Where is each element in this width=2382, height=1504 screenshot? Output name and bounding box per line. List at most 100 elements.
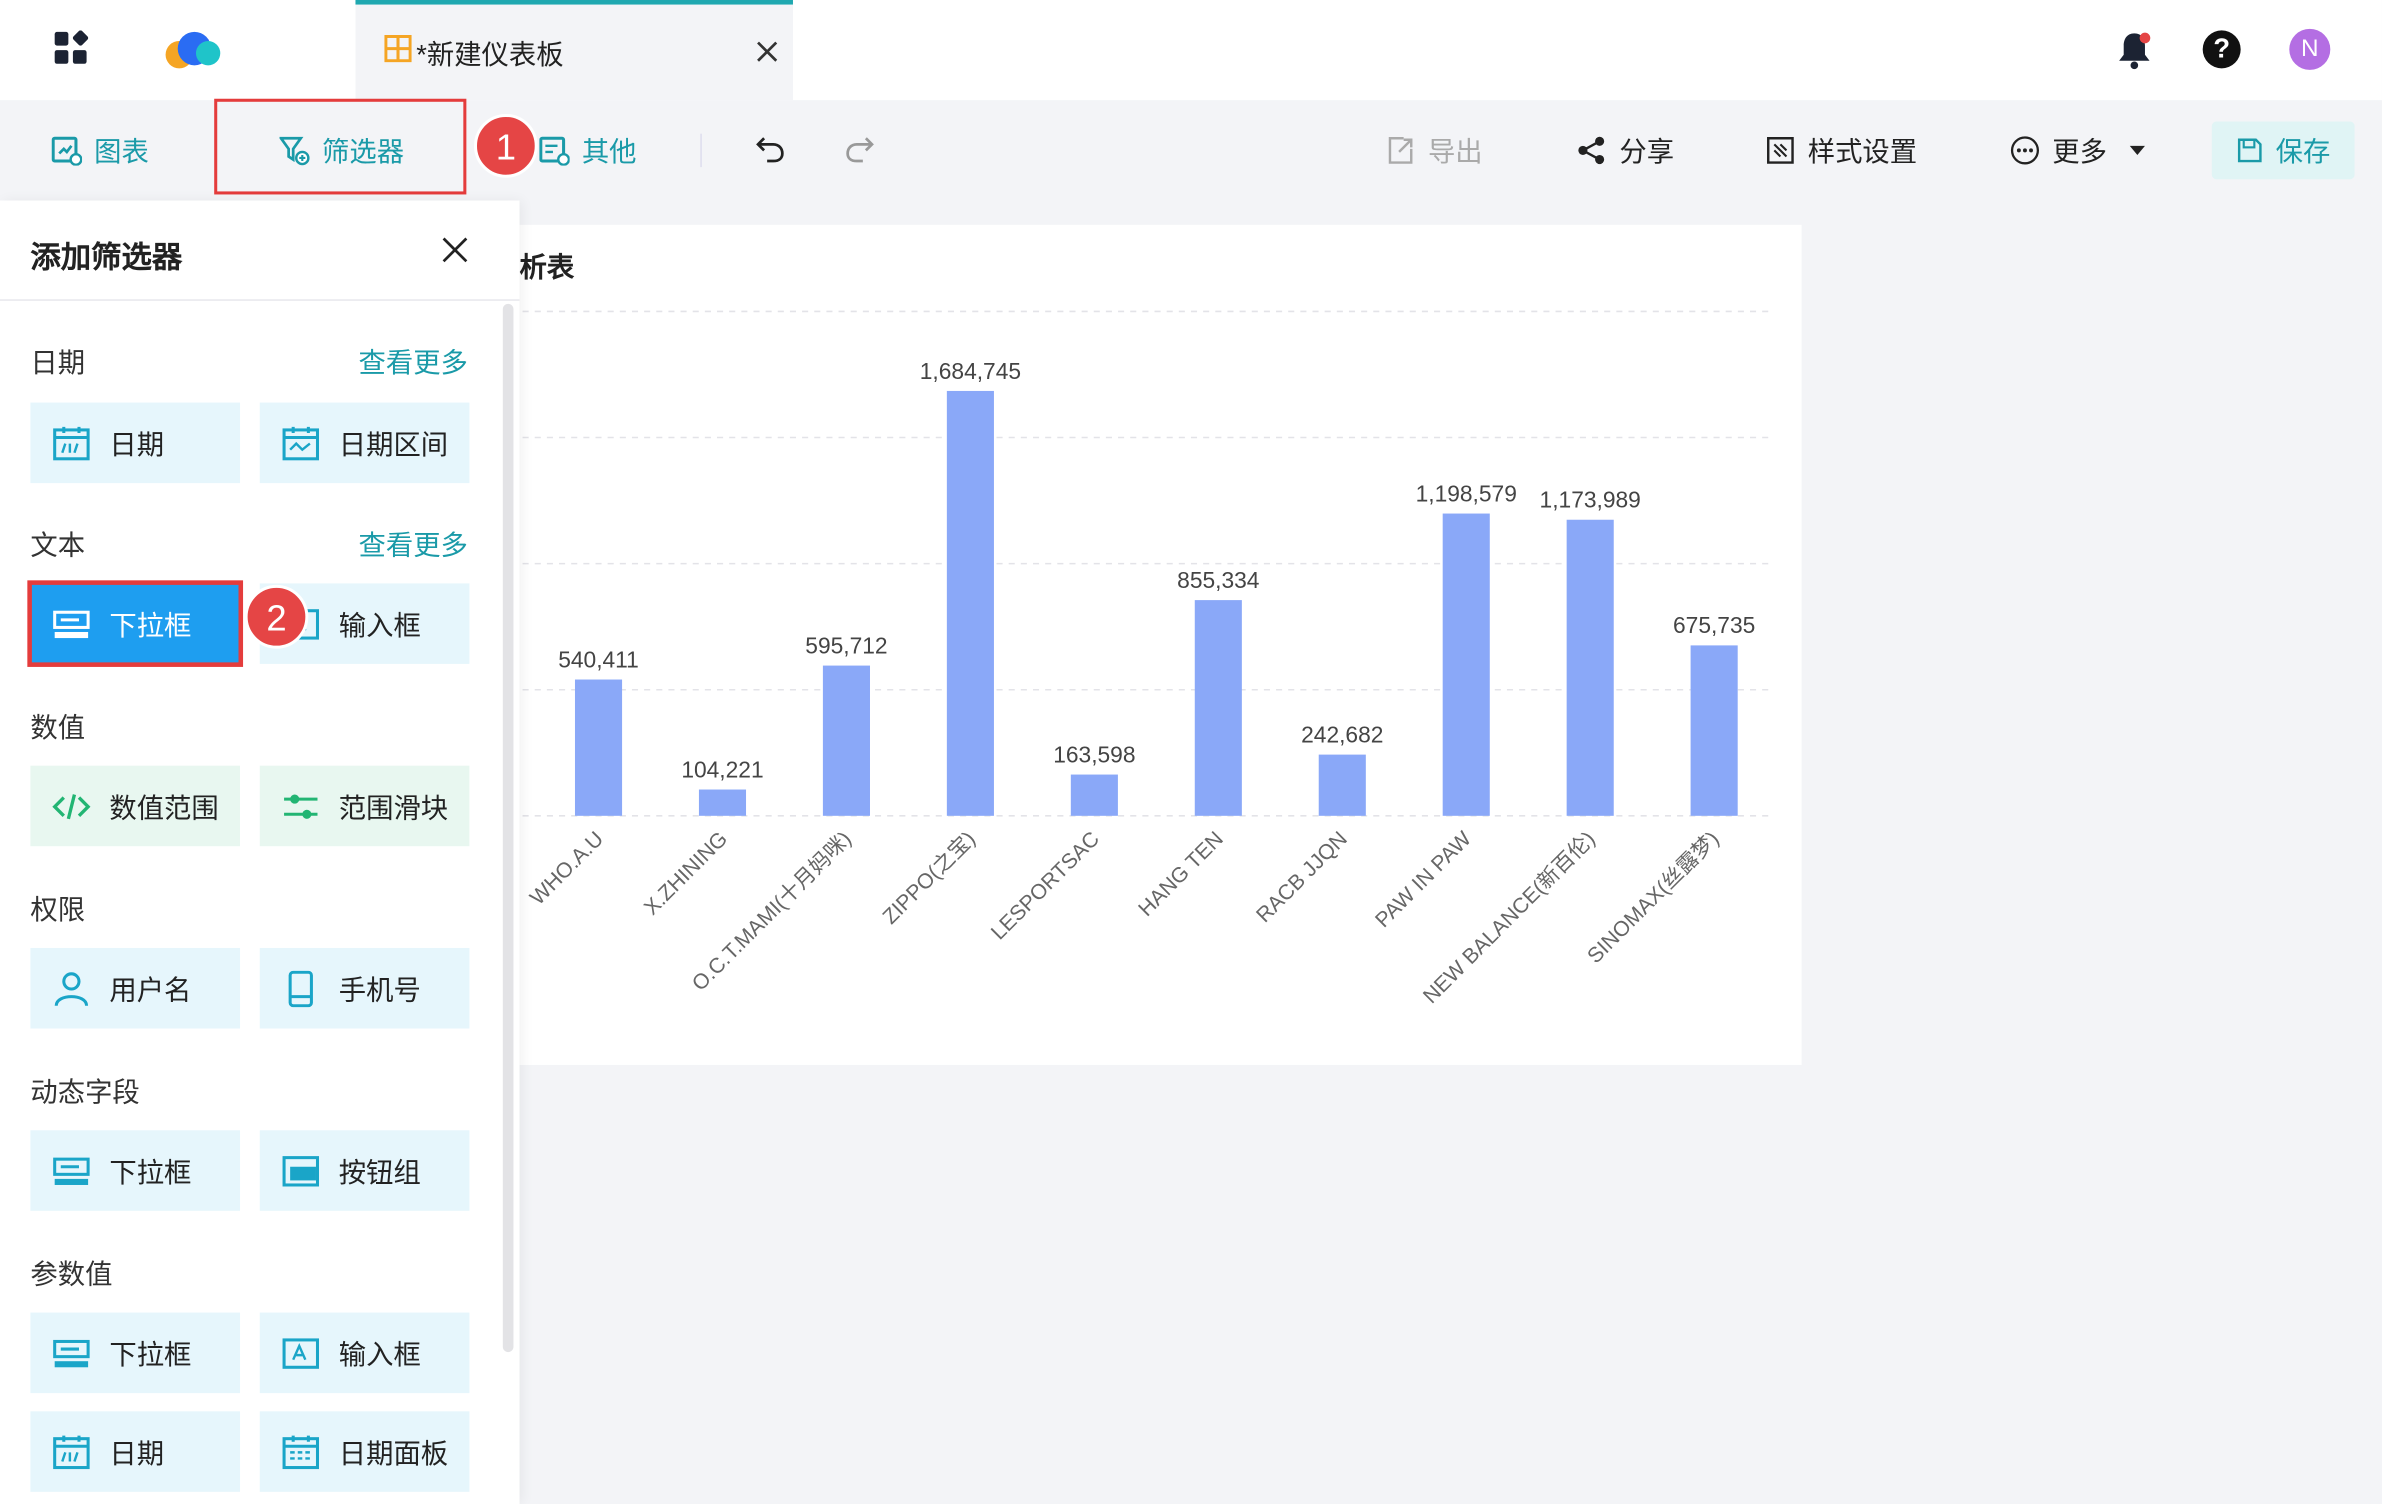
bar-value-label: 855,334 [1177, 567, 1259, 593]
bar[interactable] [1194, 600, 1242, 816]
filter-item-dropdown-param[interactable]: 下拉框 [30, 1312, 241, 1394]
add-filter-panel: 添加筛选器 日期 查看更多 日期 日期区间 文本 查看更多 下拉框 输入框 数值… [0, 200, 520, 1504]
export-button[interactable]: 导出 [1385, 100, 1483, 200]
undo-icon[interactable] [755, 134, 785, 164]
filter-item-dropdown-dynamic[interactable]: 下拉框 [30, 1130, 241, 1211]
caret-down-icon [2129, 145, 2145, 155]
code-range-icon [52, 793, 91, 819]
filter-button-highlight [214, 98, 467, 195]
more-button[interactable]: 更多 [2010, 100, 2147, 200]
slider-icon [284, 793, 318, 819]
section-title-number: 数值 [30, 712, 86, 743]
filter-item-button-group[interactable]: 按钮组 [259, 1130, 470, 1211]
panel-title: 添加筛选器 [30, 241, 183, 275]
dropdown-icon [53, 609, 90, 638]
step-badge-1: 1 [473, 113, 538, 178]
apps-grid-icon[interactable] [53, 30, 89, 66]
other-button-label: 其他 [581, 136, 637, 168]
share-button[interactable]: 分享 [1577, 100, 1674, 200]
bar[interactable] [1690, 645, 1738, 816]
bar-value-label: 1,173,989 [1540, 487, 1641, 513]
other-button[interactable]: 其他 [539, 100, 637, 200]
input-box-icon [282, 1337, 320, 1369]
bar[interactable] [946, 390, 994, 816]
bar[interactable] [1566, 519, 1614, 816]
filter-item-date-panel[interactable]: 日期面板 [259, 1411, 470, 1492]
chart-button[interactable]: 图表 [51, 100, 149, 200]
add-other-icon [539, 136, 570, 166]
panel-scrollbar[interactable] [502, 303, 514, 1353]
toolbar-divider [700, 133, 702, 168]
style-settings-button[interactable]: 样式设置 [1765, 100, 1917, 200]
chart-card[interactable]: 析表 540,411 WHO.A.U 104,221 X.ZHINING 595,712… [501, 224, 1802, 1065]
filter-item-label: 日期区间 [338, 429, 449, 460]
share-button-label: 分享 [1619, 136, 1675, 168]
x-tick-label: ZIPPO(之宝) [878, 827, 980, 929]
bar-value-label: 242,682 [1301, 721, 1383, 747]
filter-item-date-param[interactable]: 日期 [30, 1411, 241, 1492]
filter-item-label: 数值范围 [109, 792, 219, 823]
section-title-parameter: 参数值 [30, 1259, 113, 1290]
section-title-text: 文本 [30, 530, 86, 561]
bar[interactable] [698, 789, 747, 816]
share-icon [1578, 136, 1605, 165]
bar[interactable] [1318, 754, 1366, 816]
save-icon [2237, 138, 2262, 163]
user-avatar[interactable]: N [2289, 28, 2331, 70]
bar-chart: 540,411WHO.A.U104,221X.ZHINING595,712O.C… [522, 310, 1772, 1008]
phone-icon [288, 970, 313, 1007]
calendar-range-icon [282, 426, 320, 460]
x-tick-label: SINOMAX(丝露梦) [1582, 827, 1723, 968]
app-logo [165, 31, 221, 69]
text-see-more-link[interactable]: 查看更多 [359, 524, 468, 563]
x-tick-label: WHO.A.U [525, 827, 608, 910]
bar-value-label: 675,735 [1673, 612, 1755, 638]
export-icon [1388, 137, 1413, 164]
bar-value-label: 1,198,579 [1416, 480, 1517, 506]
bar-value-label: 595,712 [805, 632, 887, 658]
filter-item-date-range[interactable]: 日期区间 [259, 402, 470, 484]
app-root: *新建仪表板 ? N 图表 筛选器 其他 导出 分享 样式设置 更多 保存 1 … [0, 0, 2382, 1504]
filter-item-phone[interactable]: 手机号 [259, 947, 470, 1029]
filter-item-label: 日期 [109, 1437, 165, 1469]
tab-title: *新建仪表板 [416, 39, 564, 70]
bar[interactable] [822, 665, 870, 816]
dashboard-tab[interactable]: *新建仪表板 [355, 0, 793, 101]
x-tick-label: PAW IN PAW [1370, 827, 1475, 932]
filter-item-dropdown-text[interactable]: 下拉框 [27, 580, 244, 667]
filter-item-label: 输入框 [338, 1339, 421, 1370]
x-tick-label: HANG TEN [1134, 827, 1228, 921]
bar[interactable] [574, 679, 623, 816]
filter-item-input-param[interactable]: 输入框 [259, 1312, 470, 1394]
user-icon [54, 971, 89, 1006]
dashboard-icon [384, 34, 412, 63]
bar-value-label: 104,221 [681, 756, 763, 782]
filter-item-username[interactable]: 用户名 [30, 947, 241, 1029]
filter-item-label: 按钮组 [338, 1156, 421, 1188]
top-bar: *新建仪表板 ? N [0, 0, 2382, 101]
redo-icon[interactable] [845, 134, 875, 164]
close-panel-icon[interactable] [442, 237, 468, 263]
filter-item-label: 输入框 [338, 609, 421, 641]
bar[interactable] [1070, 774, 1118, 816]
close-tab-icon[interactable] [757, 41, 778, 62]
help-icon[interactable]: ? [2202, 30, 2241, 69]
step-badge-2: 2 [244, 584, 309, 649]
save-button[interactable]: 保存 [2211, 121, 2355, 180]
filter-item-label: 下拉框 [109, 1156, 192, 1188]
panel-header: 添加筛选器 [0, 201, 520, 301]
date-see-more-link[interactable]: 查看更多 [359, 342, 468, 381]
filter-item-label: 范围滑块 [338, 792, 449, 823]
bar-value-label: 1,684,745 [920, 358, 1021, 384]
filter-item-number-range[interactable]: 数值范围 [30, 765, 241, 847]
bar-value-label: 540,411 [558, 646, 639, 672]
dropdown-icon [53, 1339, 90, 1367]
style-settings-icon [1767, 137, 1794, 164]
notification-bell-icon[interactable] [2116, 30, 2152, 70]
filter-item-label: 手机号 [338, 974, 421, 1005]
x-tick-label: X.ZHINING [639, 827, 732, 920]
bar[interactable] [1442, 513, 1490, 816]
filter-item-range-slider[interactable]: 范围滑块 [259, 765, 470, 847]
filter-item-date[interactable]: 日期 [30, 402, 241, 484]
button-group-icon [282, 1155, 320, 1186]
